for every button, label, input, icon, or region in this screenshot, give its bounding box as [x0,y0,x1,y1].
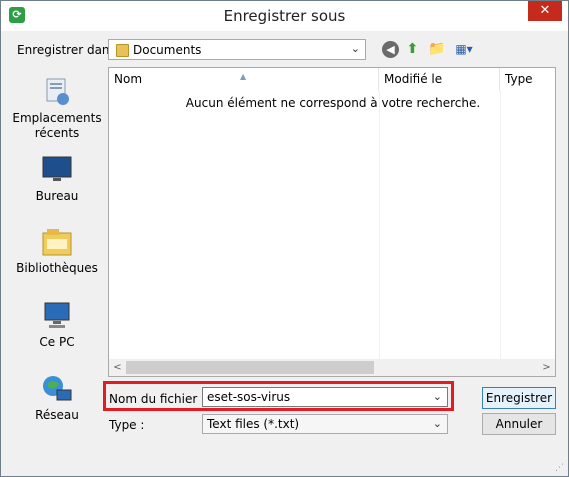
computer-icon [41,301,73,331]
save-in-dropdown[interactable]: Documents ⌄ [108,39,366,60]
column-divider [500,91,501,359]
file-type-value: Text files (*.txt) [207,417,300,431]
places-bar: Emplacements récents Bureau Bibliothèque… [11,67,103,453]
chevron-down-icon: ⌄ [432,417,442,430]
place-recent[interactable]: Emplacements récents [11,77,103,141]
folder-icon [116,44,129,57]
window-title: Enregistrer sous [223,7,346,25]
title-bar[interactable]: ⟳ Enregistrer sous ✕ [1,1,568,31]
save-button[interactable]: Enregistrer [482,387,556,409]
desktop-icon [41,155,73,185]
scroll-left-icon[interactable]: < [109,359,126,376]
place-label: Bibliothèques [16,261,98,275]
network-icon [41,374,73,404]
column-header-name[interactable]: ▲ Nom [109,68,379,91]
close-icon: ✕ [539,3,551,18]
recent-places-icon [41,77,73,107]
cancel-button[interactable]: Annuler [482,413,556,435]
place-libraries[interactable]: Bibliothèques [11,227,103,276]
resize-grip-icon[interactable]: ⋰ [555,463,565,473]
save-in-value: Documents [133,43,202,57]
chevron-down-icon: ⌄ [350,42,360,55]
back-icon[interactable]: ◀ [382,41,399,58]
close-button[interactable]: ✕ [528,1,562,21]
horizontal-scrollbar[interactable]: < > [109,359,555,376]
libraries-icon [41,227,73,257]
save-as-dialog: ⟳ Enregistrer sous ✕ Enregistrer dans : … [0,0,569,477]
file-list[interactable]: ▲ Nom Modifié le Type Aucun élément ne c… [108,67,556,377]
place-desktop[interactable]: Bureau [11,155,103,204]
empty-message: Aucun élément ne correspond à votre rech… [185,96,481,110]
place-network[interactable]: Réseau [11,374,103,423]
scrollbar-thumb[interactable] [126,361,374,374]
place-this-pc[interactable]: Ce PC [11,301,103,350]
up-folder-icon[interactable]: ⬆ [404,41,421,58]
place-label: Réseau [35,408,79,422]
file-type-select[interactable]: Text files (*.txt) ⌄ [202,414,448,434]
column-header-type[interactable]: Type [500,68,556,91]
filename-highlight [103,381,454,411]
new-folder-icon[interactable]: 📁 [428,41,445,58]
column-header-modified[interactable]: Modifié le [379,68,500,91]
column-divider [379,91,380,359]
place-label: Emplacements récents [12,111,102,140]
view-menu-icon[interactable]: ▦▾ [452,41,476,58]
scroll-right-icon[interactable]: > [538,359,555,376]
type-label: Type : [109,418,145,432]
sort-ascending-icon: ▲ [240,72,247,81]
place-label: Ce PC [39,335,75,349]
place-label: Bureau [35,189,79,203]
